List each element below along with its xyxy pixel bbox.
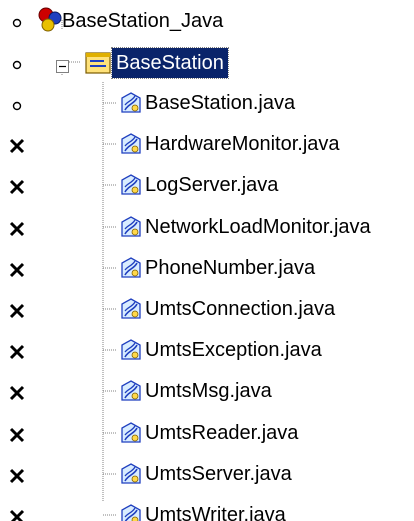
status-circle-icon xyxy=(6,93,28,115)
tree-item-label: BaseStation xyxy=(111,47,229,79)
tree-item-label: HardwareMonitor.java xyxy=(145,133,340,155)
tree-row-file[interactable]: UmtsWriter.java xyxy=(0,497,414,521)
status-cross-icon xyxy=(6,340,28,362)
tree-row-root[interactable]: BaseStation_Java xyxy=(0,2,414,41)
java-file-icon xyxy=(118,420,146,448)
java-file-icon xyxy=(118,502,146,521)
status-cross-icon xyxy=(6,505,28,521)
package-icon xyxy=(84,50,112,78)
status-cross-icon xyxy=(6,258,28,280)
tree-row-file[interactable]: UmtsException.java xyxy=(0,332,414,371)
collapse-toggle-icon[interactable] xyxy=(56,56,69,73)
java-file-icon xyxy=(118,214,146,242)
java-file-icon xyxy=(118,172,146,200)
java-file-icon xyxy=(118,255,146,283)
status-cross-icon xyxy=(6,217,28,239)
tree-row-file[interactable]: UmtsConnection.java xyxy=(0,291,414,330)
tree-item-label: LogServer.java xyxy=(145,174,279,196)
tree-row-file[interactable]: UmtsServer.java xyxy=(0,456,414,495)
tree-item-label: NetworkLoadMonitor.java xyxy=(145,216,371,238)
project-tree: BaseStation_Java BaseStation BaseStation… xyxy=(0,0,414,521)
status-cross-icon xyxy=(6,464,28,486)
tree-row-file[interactable]: NetworkLoadMonitor.java xyxy=(0,209,414,248)
status-cross-icon xyxy=(6,381,28,403)
status-cross-icon xyxy=(6,175,28,197)
tree-item-label: UmtsReader.java xyxy=(145,422,299,444)
status-circle-icon xyxy=(6,10,28,32)
tree-row-package[interactable]: BaseStation xyxy=(0,44,414,83)
tree-row-file[interactable]: UmtsMsg.java xyxy=(0,373,414,412)
project-icon xyxy=(36,6,64,34)
java-file-icon xyxy=(118,131,146,159)
tree-row-file[interactable]: LogServer.java xyxy=(0,167,414,206)
tree-item-label: BaseStation.java xyxy=(145,92,296,114)
tree-row-file[interactable]: PhoneNumber.java xyxy=(0,250,414,289)
tree-item-label: UmtsServer.java xyxy=(145,463,292,485)
java-file-icon xyxy=(118,378,146,406)
tree-item-label: UmtsWriter.java xyxy=(145,504,286,521)
java-file-icon xyxy=(118,461,146,489)
tree-item-label: PhoneNumber.java xyxy=(145,257,316,279)
tree-item-label: UmtsConnection.java xyxy=(145,298,336,320)
tree-row-file[interactable]: BaseStation.java xyxy=(0,85,414,124)
java-file-icon xyxy=(118,296,146,324)
tree-row-file[interactable]: HardwareMonitor.java xyxy=(0,126,414,165)
tree-row-file[interactable]: UmtsReader.java xyxy=(0,415,414,454)
status-cross-icon xyxy=(6,423,28,445)
java-file-icon xyxy=(118,337,146,365)
tree-item-label: UmtsMsg.java xyxy=(145,380,272,402)
status-cross-icon xyxy=(6,299,28,321)
status-circle-icon xyxy=(6,52,28,74)
java-file-icon xyxy=(118,90,146,118)
status-cross-icon xyxy=(6,134,28,156)
tree-item-label: UmtsException.java xyxy=(145,339,322,361)
tree-item-label: BaseStation_Java xyxy=(62,10,224,32)
